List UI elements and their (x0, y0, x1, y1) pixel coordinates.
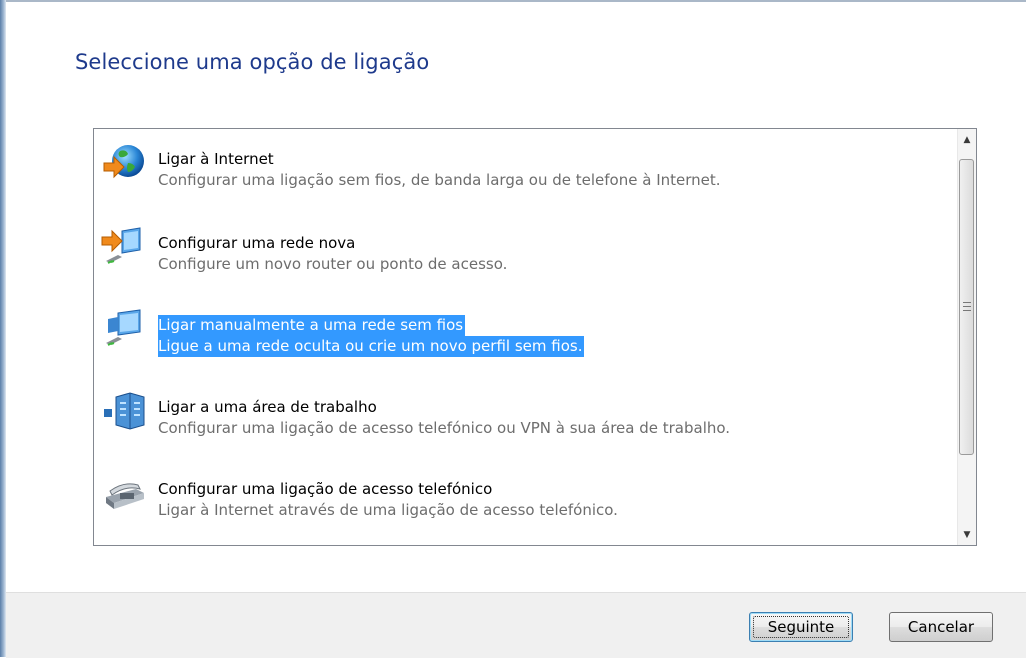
list-item-internet[interactable]: Ligar à Internet Configurar uma ligação … (94, 129, 934, 203)
scrollbar-thumb[interactable] (959, 159, 974, 455)
cancel-button-label: Cancelar (907, 618, 975, 636)
dialog-footer: Seguinte Cancelar (6, 592, 1026, 658)
option-title: Ligar à Internet (158, 150, 274, 168)
scrollbar-grip-icon (963, 302, 971, 311)
next-button-label: Seguinte (767, 618, 835, 636)
window-top-edge (0, 0, 1026, 2)
vertical-scrollbar[interactable]: ▲ ▼ (957, 129, 976, 545)
option-title: Configurar uma rede nova (158, 234, 356, 252)
connection-options-list[interactable]: Ligar à Internet Configurar uma ligação … (93, 128, 977, 546)
list-item-workplace[interactable]: Ligar a uma área de trabalho Configurar … (94, 377, 934, 451)
cancel-button[interactable]: Cancelar (889, 612, 993, 642)
option-title: Configurar uma ligação de acesso telefón… (158, 480, 493, 498)
list-item-manual-wireless[interactable]: Ligar manualmente a uma rede sem fios Li… (94, 295, 934, 369)
option-title: Ligar manualmente a uma rede sem fios (158, 315, 466, 336)
option-title: Ligar a uma área de trabalho (158, 398, 377, 416)
dialup-phone-icon (100, 467, 148, 515)
next-button[interactable]: Seguinte (749, 612, 853, 642)
workplace-building-icon (100, 385, 148, 433)
new-network-icon (100, 221, 148, 269)
option-description: Configure um novo router ou ponto de ace… (158, 255, 508, 273)
window-left-edge (0, 0, 6, 657)
option-description: Configurar uma ligação sem fios, de band… (158, 171, 721, 189)
list-content: Ligar à Internet Configurar uma ligação … (94, 129, 956, 545)
option-description: Configurar uma ligação de acesso telefón… (158, 419, 731, 437)
scroll-up-arrow-icon[interactable]: ▲ (958, 131, 976, 148)
globe-internet-icon (100, 137, 148, 185)
wireless-network-icon (100, 303, 148, 351)
list-item-dialup[interactable]: Configurar uma ligação de acesso telefón… (94, 459, 934, 533)
option-description: Ligar à Internet através de uma ligação … (158, 501, 618, 519)
page-title: Seleccione uma opção de ligação (75, 50, 430, 74)
list-item-new-network[interactable]: Configurar uma rede nova Configure um no… (94, 213, 934, 287)
option-description: Ligue a uma rede oculta ou crie um novo … (158, 336, 585, 357)
scroll-down-arrow-icon[interactable]: ▼ (958, 526, 976, 543)
